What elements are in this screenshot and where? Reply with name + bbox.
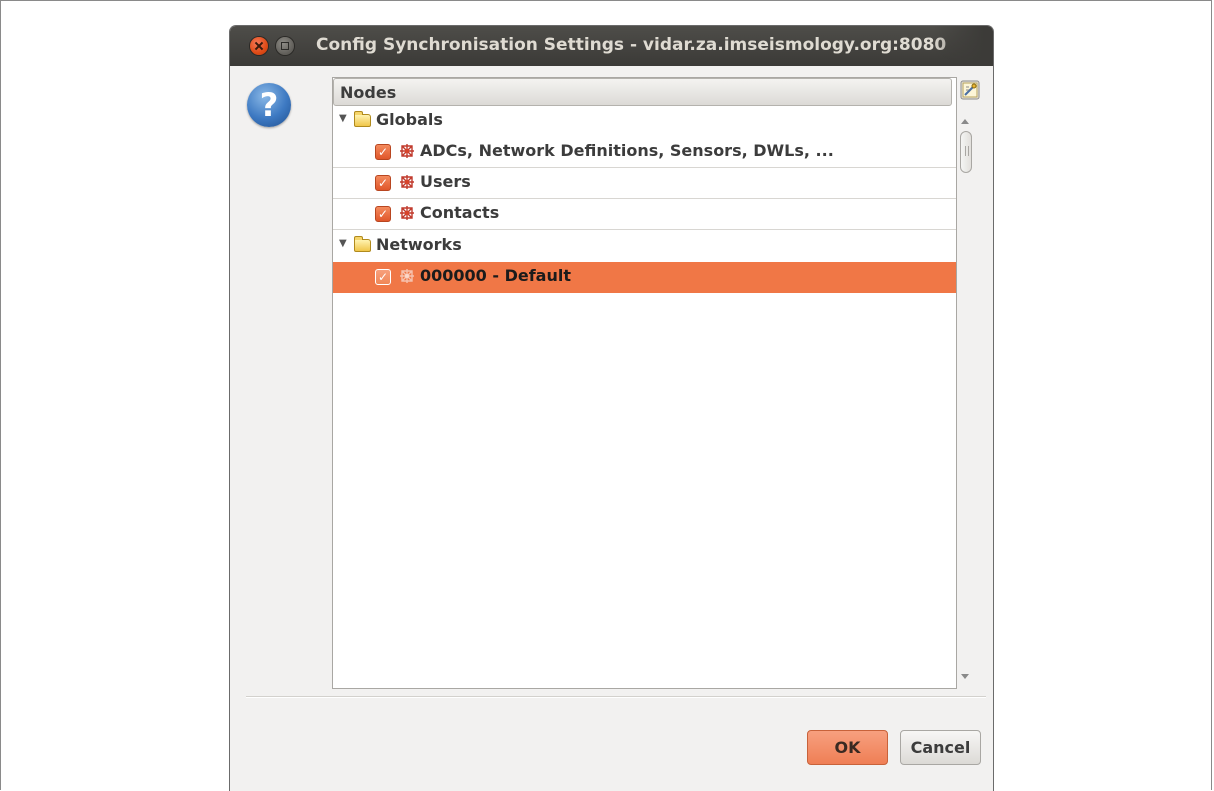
tree-item-label: 000000 - Default bbox=[420, 266, 571, 285]
vertical-scrollbar[interactable] bbox=[956, 111, 976, 687]
folder-icon bbox=[354, 236, 371, 252]
ok-button[interactable]: OK bbox=[807, 730, 888, 765]
nodes-column-label: Nodes bbox=[340, 83, 397, 102]
tree-item-adcs[interactable]: ✓ ADCs, Network Definitions, Sensors, DW… bbox=[333, 137, 956, 168]
network-node-icon bbox=[400, 175, 414, 189]
scroll-down-arrow-icon[interactable] bbox=[961, 674, 969, 679]
config-sync-dialog: Config Synchronisation Settings - vidar.… bbox=[230, 26, 993, 791]
checkbox-checked-icon[interactable]: ✓ bbox=[375, 206, 391, 222]
checkbox-checked-icon[interactable]: ✓ bbox=[375, 269, 391, 285]
network-node-icon bbox=[400, 206, 414, 220]
title-bar[interactable]: Config Synchronisation Settings - vidar.… bbox=[230, 26, 993, 66]
tree-group-label: Networks bbox=[376, 235, 462, 254]
tree-group-label: Globals bbox=[376, 110, 443, 129]
expanded-arrow-icon[interactable]: ▼ bbox=[339, 238, 347, 249]
scroll-thumb[interactable] bbox=[960, 131, 972, 173]
tree-item-label: Contacts bbox=[420, 203, 500, 222]
help-icon: ? bbox=[247, 83, 291, 127]
window-title: Config Synchronisation Settings - vidar.… bbox=[316, 35, 947, 55]
tree-item-label: Users bbox=[420, 172, 471, 191]
tree-item-label: ADCs, Network Definitions, Sensors, DWLs… bbox=[420, 141, 834, 160]
nodes-column-header[interactable]: Nodes bbox=[333, 78, 952, 106]
folder-icon bbox=[354, 111, 371, 127]
tree-group-globals[interactable]: ▼ Globals bbox=[333, 106, 956, 137]
tree-item-users[interactable]: ✓ Users bbox=[333, 168, 956, 199]
configure-columns-icon[interactable] bbox=[959, 79, 981, 101]
cancel-button[interactable]: Cancel bbox=[900, 730, 981, 765]
tree-item-default-network[interactable]: ✓ 000000 - Default bbox=[333, 262, 956, 293]
scroll-up-arrow-icon[interactable] bbox=[961, 119, 969, 124]
dialog-separator bbox=[246, 696, 986, 698]
close-window-button[interactable] bbox=[250, 37, 268, 55]
maximize-window-button[interactable] bbox=[276, 37, 294, 55]
tree-group-networks[interactable]: ▼ Networks bbox=[333, 231, 956, 262]
checkbox-checked-icon[interactable]: ✓ bbox=[375, 144, 391, 160]
network-node-icon bbox=[400, 269, 414, 283]
expanded-arrow-icon[interactable]: ▼ bbox=[339, 113, 347, 124]
title-fade bbox=[933, 26, 993, 66]
network-node-icon bbox=[400, 144, 414, 158]
checkbox-checked-icon[interactable]: ✓ bbox=[375, 175, 391, 191]
tree-item-contacts[interactable]: ✓ Contacts bbox=[333, 199, 956, 230]
nodes-tree[interactable]: Nodes ▼ Globals ✓ ADCs, Network Definiti… bbox=[332, 77, 957, 689]
